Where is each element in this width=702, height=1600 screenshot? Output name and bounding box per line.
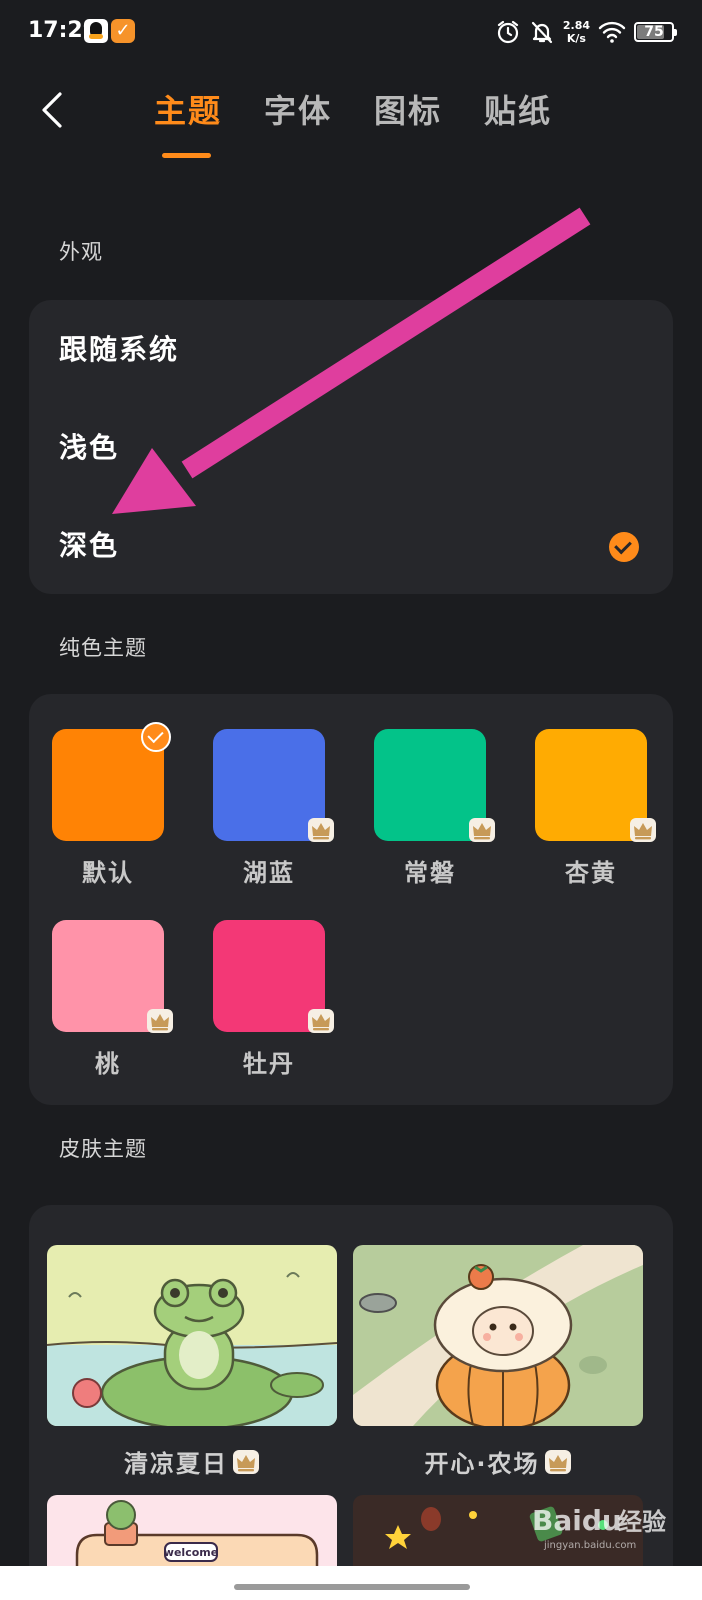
skin-label-text: 开心·农场 (424, 1450, 540, 1478)
active-tab-indicator (162, 153, 211, 158)
watermark-brand-cn: 经验 (618, 1508, 666, 1536)
crown-icon (469, 818, 495, 842)
theme-swatch-default[interactable]: 默认 (52, 722, 171, 888)
crown-icon (147, 1009, 173, 1033)
speed-unit: K/s (566, 32, 586, 45)
swatch-label: 常磐 (404, 859, 456, 887)
welcome-badge-text: welcome (164, 1546, 218, 1559)
theme-swatch-peony[interactable]: 牡丹 (213, 920, 334, 1079)
crown-icon (233, 1449, 259, 1474)
appearance-card: 跟随系统 浅色 深色 (29, 300, 673, 594)
home-indicator[interactable] (234, 1584, 470, 1590)
theme-swatch-tokiwa[interactable]: 常磐 (374, 729, 495, 888)
theme-swatch-apricot[interactable]: 杏黄 (535, 729, 656, 888)
swatch-color (213, 729, 334, 842)
watermark-site: jingyan.baidu.com (543, 1540, 636, 1551)
skin-thumbnail-frog (46, 1245, 338, 1431)
back-icon[interactable] (32, 88, 76, 132)
swatch-label: 杏黄 (565, 859, 617, 887)
checkmark-app-icon: ✓ (111, 19, 135, 43)
theme-swatch-lake-blue[interactable]: 湖蓝 (213, 729, 334, 888)
wifi-icon (598, 21, 626, 43)
skin-label-text: 清凉夏日 (124, 1450, 228, 1478)
tab-bar: 主题 字体 图标 贴纸 (154, 86, 552, 156)
skin-label: 开心·农场 (353, 1444, 643, 1479)
swatch-color (213, 920, 334, 1033)
solid-themes-card: 默认 湖蓝 常磐 杏黄 桃 牡丹 (29, 694, 673, 1105)
crown-icon (630, 818, 656, 842)
skin-themes-section-title: 皮肤主题 (59, 1137, 147, 1161)
tab-icon[interactable]: 图标 (374, 86, 442, 156)
qq-app-icon (84, 19, 108, 43)
tab-font[interactable]: 字体 (264, 86, 332, 156)
tab-theme[interactable]: 主题 (154, 86, 222, 156)
skin-theme-cool-summer[interactable]: 清凉夏日 (46, 1245, 338, 1479)
appearance-option-dark[interactable]: 深色 (59, 524, 119, 564)
crown-icon (308, 818, 334, 842)
battery-indicator: 75 (634, 22, 677, 42)
appearance-section-title: 外观 (59, 240, 103, 264)
bell-off-icon (531, 21, 552, 44)
skin-theme-happy-farm[interactable]: 开心·农场 (353, 1245, 643, 1479)
battery-level: 75 (644, 24, 664, 40)
skin-thumbnail-sheep (353, 1245, 643, 1431)
appearance-option-follow-system[interactable]: 跟随系统 (59, 328, 179, 368)
alarm-icon (497, 20, 518, 44)
selected-check-icon (609, 532, 639, 562)
status-icons: 2.84 K/s 75 (495, 14, 677, 50)
swatch-color (52, 920, 173, 1033)
swatch-color (535, 729, 656, 842)
status-bar: 17:29 ✓ 2.84 K/s 75 (0, 0, 702, 64)
skin-label: 清凉夏日 (47, 1444, 337, 1479)
swatch-label: 桃 (95, 1050, 121, 1078)
baidu-watermark: Baidu 经验 jingyan.baidu.com (532, 1504, 666, 1551)
crown-icon (544, 1449, 571, 1474)
network-speed: 2.84 K/s (563, 19, 590, 45)
watermark-brand: Baidu (532, 1504, 622, 1537)
swatch-label: 湖蓝 (243, 859, 295, 887)
tab-sticker[interactable]: 贴纸 (484, 86, 552, 156)
navigation-bar (0, 1566, 702, 1600)
crown-icon (308, 1009, 334, 1033)
swatch-label: 默认 (82, 859, 134, 887)
appearance-option-light[interactable]: 浅色 (59, 426, 119, 466)
swatch-label: 牡丹 (243, 1050, 295, 1078)
selected-check-icon (141, 722, 171, 752)
theme-swatch-peach[interactable]: 桃 (52, 920, 173, 1079)
solid-themes-section-title: 纯色主题 (59, 636, 147, 660)
speed-value: 2.84 (562, 19, 590, 32)
swatch-color (374, 729, 495, 842)
